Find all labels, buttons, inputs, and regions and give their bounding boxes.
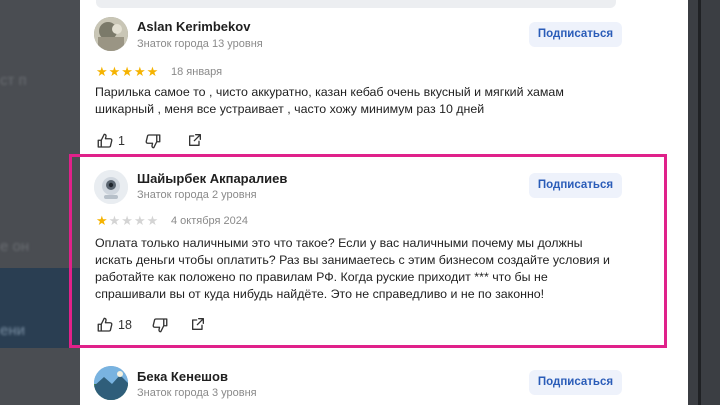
blurred-text: ени: [0, 322, 26, 339]
blurred-background: ст п е он ени: [0, 0, 80, 405]
subscribe-button[interactable]: Подписаться: [529, 22, 622, 47]
like-button[interactable]: 1: [96, 132, 125, 150]
avatar[interactable]: [94, 366, 128, 400]
subscribe-button[interactable]: Подписаться: [529, 370, 622, 395]
thumbs-up-icon: [97, 133, 113, 148]
author-name[interactable]: Шайырбек Акпаралиев: [137, 171, 287, 186]
review-date: 4 октября 2024: [171, 215, 248, 227]
dislike-button[interactable]: [151, 316, 169, 334]
author-name[interactable]: Бека Кенешов: [137, 369, 228, 384]
subscribe-button[interactable]: Подписаться: [529, 173, 622, 198]
rating-star-filled: ★: [96, 213, 109, 228]
author-name[interactable]: Aslan Kerimbekov: [137, 19, 250, 34]
rating-star-empty: ★★★★: [108, 213, 160, 228]
like-count: 18: [118, 318, 132, 332]
rating-stars: ★★★★★: [96, 64, 160, 79]
review-text: Оплата только наличными это что такое? Е…: [95, 236, 610, 301]
blurred-text: е он: [0, 238, 30, 255]
previous-card-edge: [96, 0, 616, 8]
reviews-panel: Aslan Kerimbekov Знаток города 13 уровня…: [80, 0, 688, 405]
share-icon: [192, 318, 204, 330]
share-button[interactable]: [187, 132, 203, 148]
dislike-button[interactable]: [144, 132, 162, 150]
like-button[interactable]: 18: [96, 316, 132, 334]
rating-stars: ★★★★★: [96, 213, 159, 229]
blurred-text: ст п: [0, 72, 27, 89]
author-level: Знаток города 2 уровня: [137, 189, 257, 201]
author-level: Знаток города 3 уровня: [137, 387, 257, 399]
share-button[interactable]: [190, 316, 206, 332]
avatar[interactable]: [94, 170, 128, 204]
review-text: Парилька самое то , чисто аккуратно, каз…: [95, 85, 564, 116]
share-icon: [189, 134, 201, 146]
review-date: 18 января: [171, 66, 223, 78]
author-level: Знаток города 13 уровня: [137, 38, 263, 50]
like-count: 1: [118, 134, 125, 148]
thumbs-down-icon: [152, 318, 168, 333]
thumbs-up-icon: [97, 317, 113, 332]
window-edge: [688, 0, 720, 405]
avatar[interactable]: [94, 17, 128, 51]
thumbs-down-icon: [145, 134, 161, 149]
